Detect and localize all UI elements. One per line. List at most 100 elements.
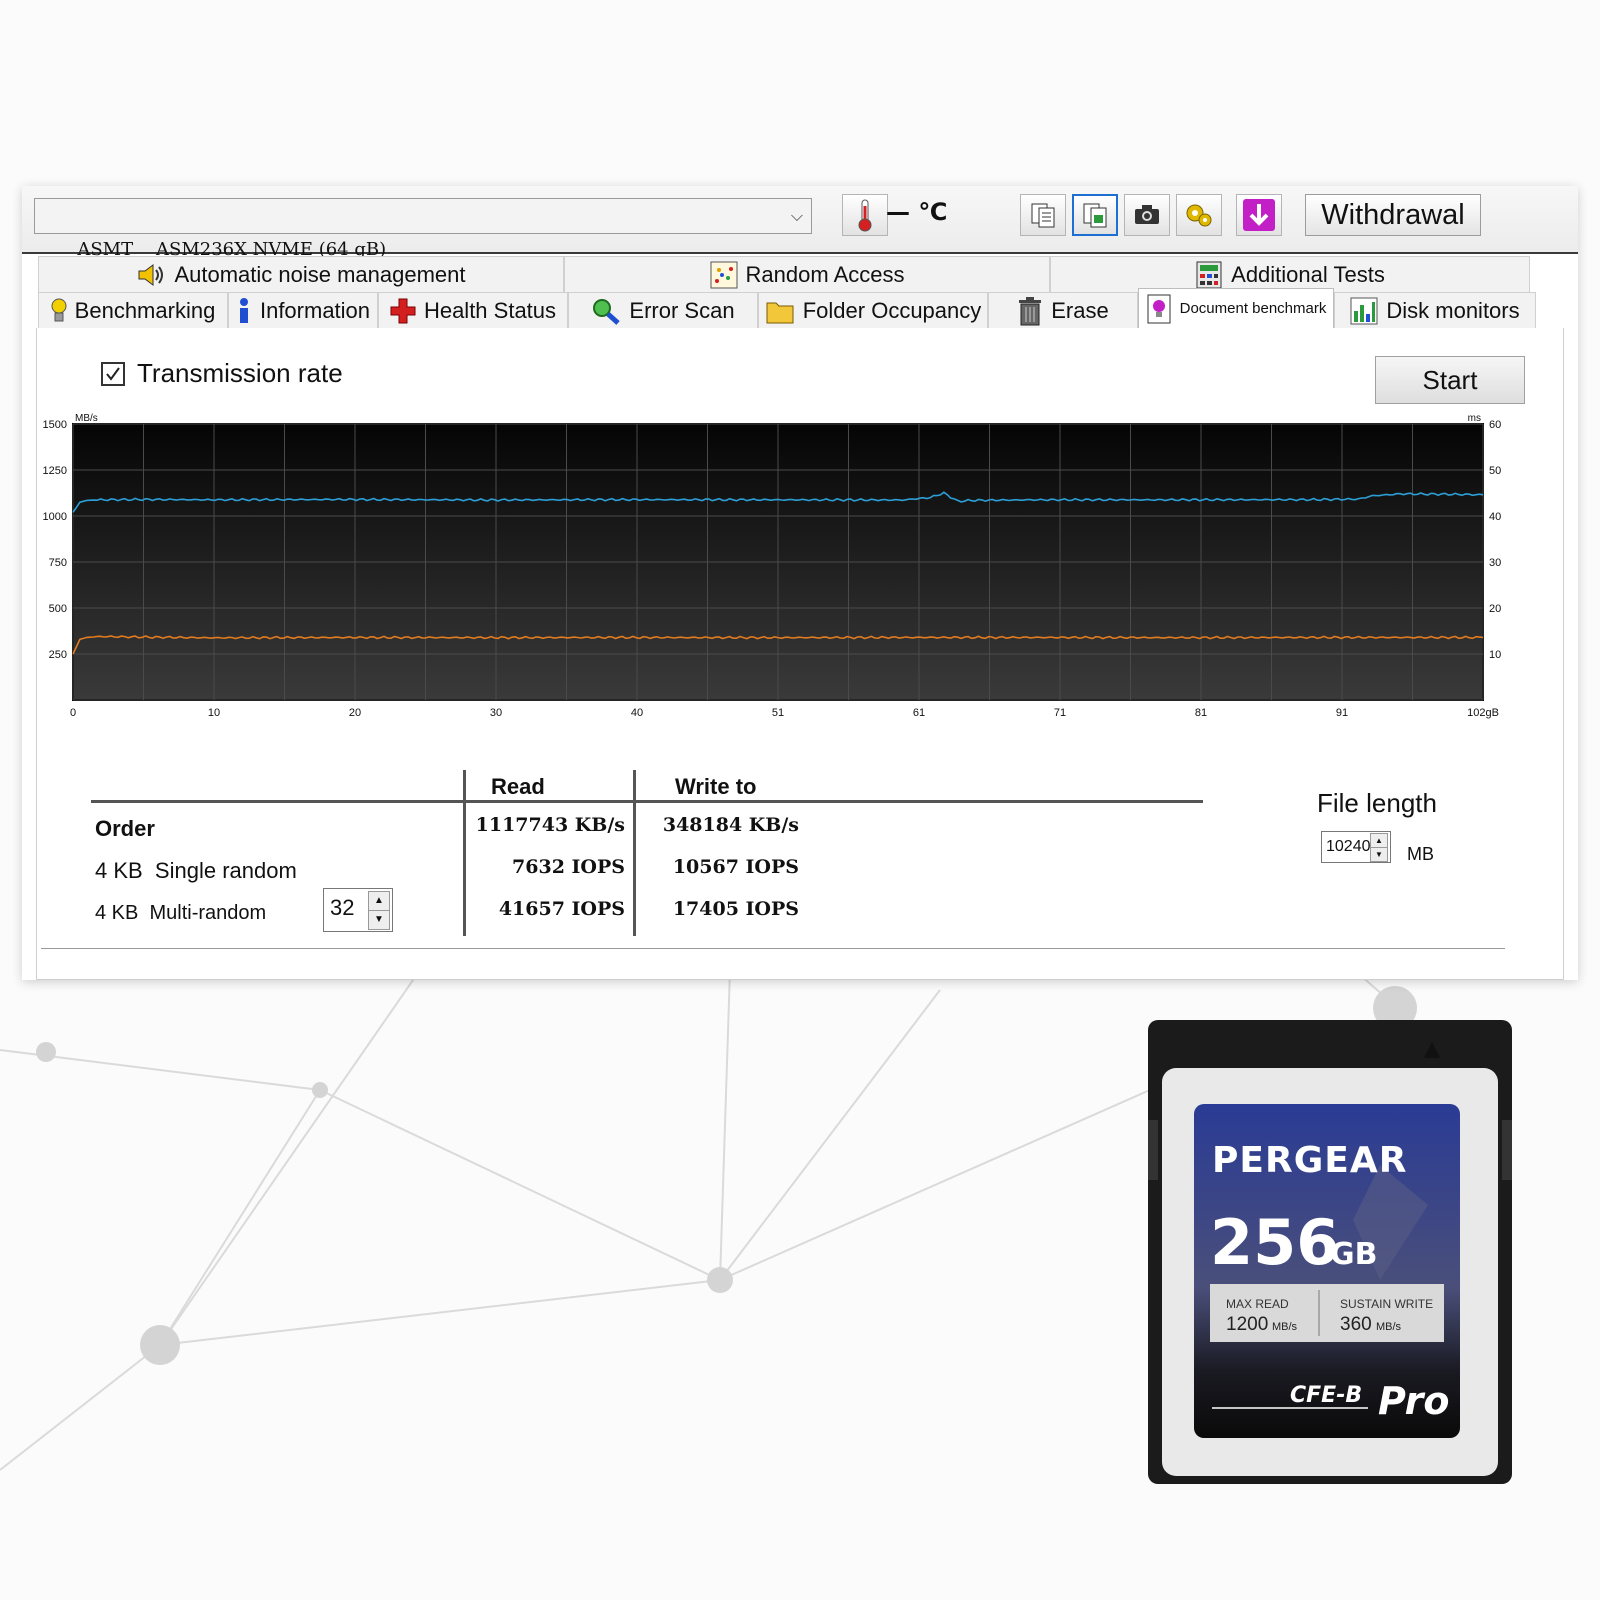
tab-folder-occupancy[interactable]: Folder Occupancy [758, 292, 988, 328]
thermometer-button[interactable] [842, 194, 888, 236]
copy-text-icon [1031, 203, 1055, 228]
results-table: Read Write to Order 1117743 KB/s 348184 … [91, 770, 1221, 938]
tab-noise-management[interactable]: Automatic noise management [38, 256, 564, 292]
y-tick-label-right: 20 [1489, 603, 1501, 615]
checkbox-box[interactable] [101, 361, 125, 386]
drive-select[interactable]: ASMT ASM236X NVME (64 gB) ⌵ [34, 198, 812, 260]
tab-additional-tests[interactable]: Additional Tests [1050, 256, 1530, 292]
transmission-rate-checkbox[interactable]: Transmission rate [101, 358, 343, 389]
app-window: ASMT ASM236X NVME (64 gB) ⌵ — ℃ Withdraw… [22, 186, 1578, 980]
tab-label: Erase [1051, 297, 1109, 323]
tier-name: Pro [1378, 1379, 1450, 1423]
thermometer-icon [858, 199, 872, 232]
y-tick-label-left: 500 [49, 603, 67, 615]
tab-label: Automatic noise management [174, 261, 466, 287]
file-length-label: File length [1317, 788, 1437, 818]
queue-depth-value: 32 [330, 895, 355, 920]
magnifier-icon [593, 298, 621, 325]
y-tick-label-right: 60 [1489, 419, 1501, 431]
info-icon [239, 297, 248, 323]
tab-disk-monitors[interactable]: Disk monitors [1334, 292, 1536, 328]
x-tick-label: 10 [208, 707, 220, 719]
withdrawal-button[interactable]: Withdrawal [1305, 194, 1481, 236]
stepper-up-icon[interactable]: ▲ [368, 891, 390, 911]
memory-card-image: PERGEAR 256 GB MAX READ 1200 MB/s SUSTAI… [1148, 1020, 1512, 1484]
x-tick-label: 51 [772, 707, 784, 719]
sustain-write-value: 360 [1340, 1314, 1372, 1335]
health-cross-icon [390, 298, 416, 323]
bar-chart-icon [1350, 297, 1378, 324]
tab-information[interactable]: Information [228, 292, 378, 328]
stepper-down-icon[interactable]: ▼ [368, 910, 390, 930]
tab-benchmarking[interactable]: Benchmarking [38, 292, 228, 328]
capacity-unit: GB [1330, 1237, 1378, 1272]
copy-text-button[interactable] [1020, 194, 1066, 236]
file-length-unit: MB [1407, 844, 1434, 864]
tab-label: Benchmarking [74, 297, 216, 323]
max-read-label: MAX READ [1226, 1297, 1289, 1311]
read-column-header: Read [491, 774, 545, 799]
x-tick-label: 91 [1336, 707, 1348, 719]
toolbar: ASMT ASM236X NVME (64 gB) ⌵ — ℃ Withdraw… [22, 186, 1578, 260]
sequential-read-value: 1117743 KB/s [475, 814, 625, 836]
tab-document-benchmark[interactable]: Document benchmark [1138, 288, 1334, 328]
copy-image-icon [1083, 203, 1107, 228]
y-tick-label-left: 1500 [43, 419, 67, 431]
y-tick-label-right: 30 [1489, 557, 1501, 569]
multi-random-read-value: 41657 IOPS [498, 898, 625, 920]
tab-health-status[interactable]: Health Status [378, 292, 568, 328]
x-tick-label: 102gB [1467, 707, 1499, 719]
write-column-header: Write to [675, 774, 757, 799]
tab-label: Additional Tests [1231, 261, 1385, 287]
capacity-value: 256 [1210, 1206, 1339, 1279]
copy-image-button[interactable] [1072, 194, 1118, 236]
x-tick-label: 30 [490, 707, 502, 719]
tab-label: Folder Occupancy [802, 297, 982, 323]
multi-random-write-value: 17405 IOPS [672, 898, 799, 920]
download-button[interactable] [1236, 194, 1282, 236]
y-tick-label-right: 50 [1489, 465, 1501, 477]
max-read-unit: MB/s [1272, 1321, 1298, 1333]
options-icon [1186, 204, 1212, 227]
max-read-value: 1200 [1226, 1314, 1268, 1335]
transmission-rate-label: Transmission rate [137, 358, 343, 388]
tab-label: Health Status [423, 297, 557, 323]
row-label-single-random: 4 KB Single random [95, 858, 297, 883]
y-tick-label-left: 1250 [43, 465, 67, 477]
single-random-read-value: 7632 IOPS [512, 856, 625, 878]
tab-row-bottom: Benchmarking Information Health Status E… [38, 288, 1578, 328]
tab-label: Disk monitors [1386, 297, 1520, 323]
y-tick-label-left: 1000 [43, 511, 67, 523]
bulb-icon [51, 298, 67, 321]
row-label-sequential: Order [95, 816, 155, 841]
file-length-stepper[interactable]: 102400 ▲ ▼ [1321, 831, 1391, 863]
tab-label: Document benchmark [1179, 300, 1327, 317]
y-tick-label-right: 10 [1489, 649, 1501, 661]
x-tick-label: 40 [631, 707, 643, 719]
tab-label: Error Scan [629, 297, 735, 323]
options-button[interactable] [1176, 194, 1222, 236]
checkmark-icon [106, 366, 120, 381]
tab-erase[interactable]: Erase [988, 292, 1138, 328]
single-random-write-value: 10567 IOPS [672, 856, 799, 878]
row-label-multi-random: 4 KB Multi-random [95, 902, 267, 924]
queue-depth-stepper[interactable]: 32 ▲ ▼ [323, 888, 393, 932]
speaker-icon [138, 263, 164, 286]
tab-random-access[interactable]: Random Access [564, 256, 1050, 292]
sequential-write-value: 348184 KB/s [662, 814, 799, 836]
x-tick-label: 0 [70, 707, 76, 719]
model-name: CFE-B [1290, 1383, 1362, 1408]
chevron-down-icon: ⌵ [790, 206, 803, 225]
tab-error-scan[interactable]: Error Scan [568, 292, 758, 328]
x-tick-label: 61 [913, 707, 925, 719]
temperature-readout: — ℃ [886, 198, 948, 226]
scatter-icon [710, 261, 738, 288]
start-button[interactable]: Start [1375, 356, 1525, 404]
screenshot-button[interactable] [1124, 194, 1170, 236]
column-divider [463, 770, 466, 936]
stepper-down-icon[interactable]: ▼ [1370, 847, 1388, 862]
folder-icon [766, 302, 794, 323]
stepper-up-icon[interactable]: ▲ [1370, 833, 1388, 848]
y-axis-label-left: MB/s [75, 413, 98, 424]
column-divider [633, 770, 636, 936]
